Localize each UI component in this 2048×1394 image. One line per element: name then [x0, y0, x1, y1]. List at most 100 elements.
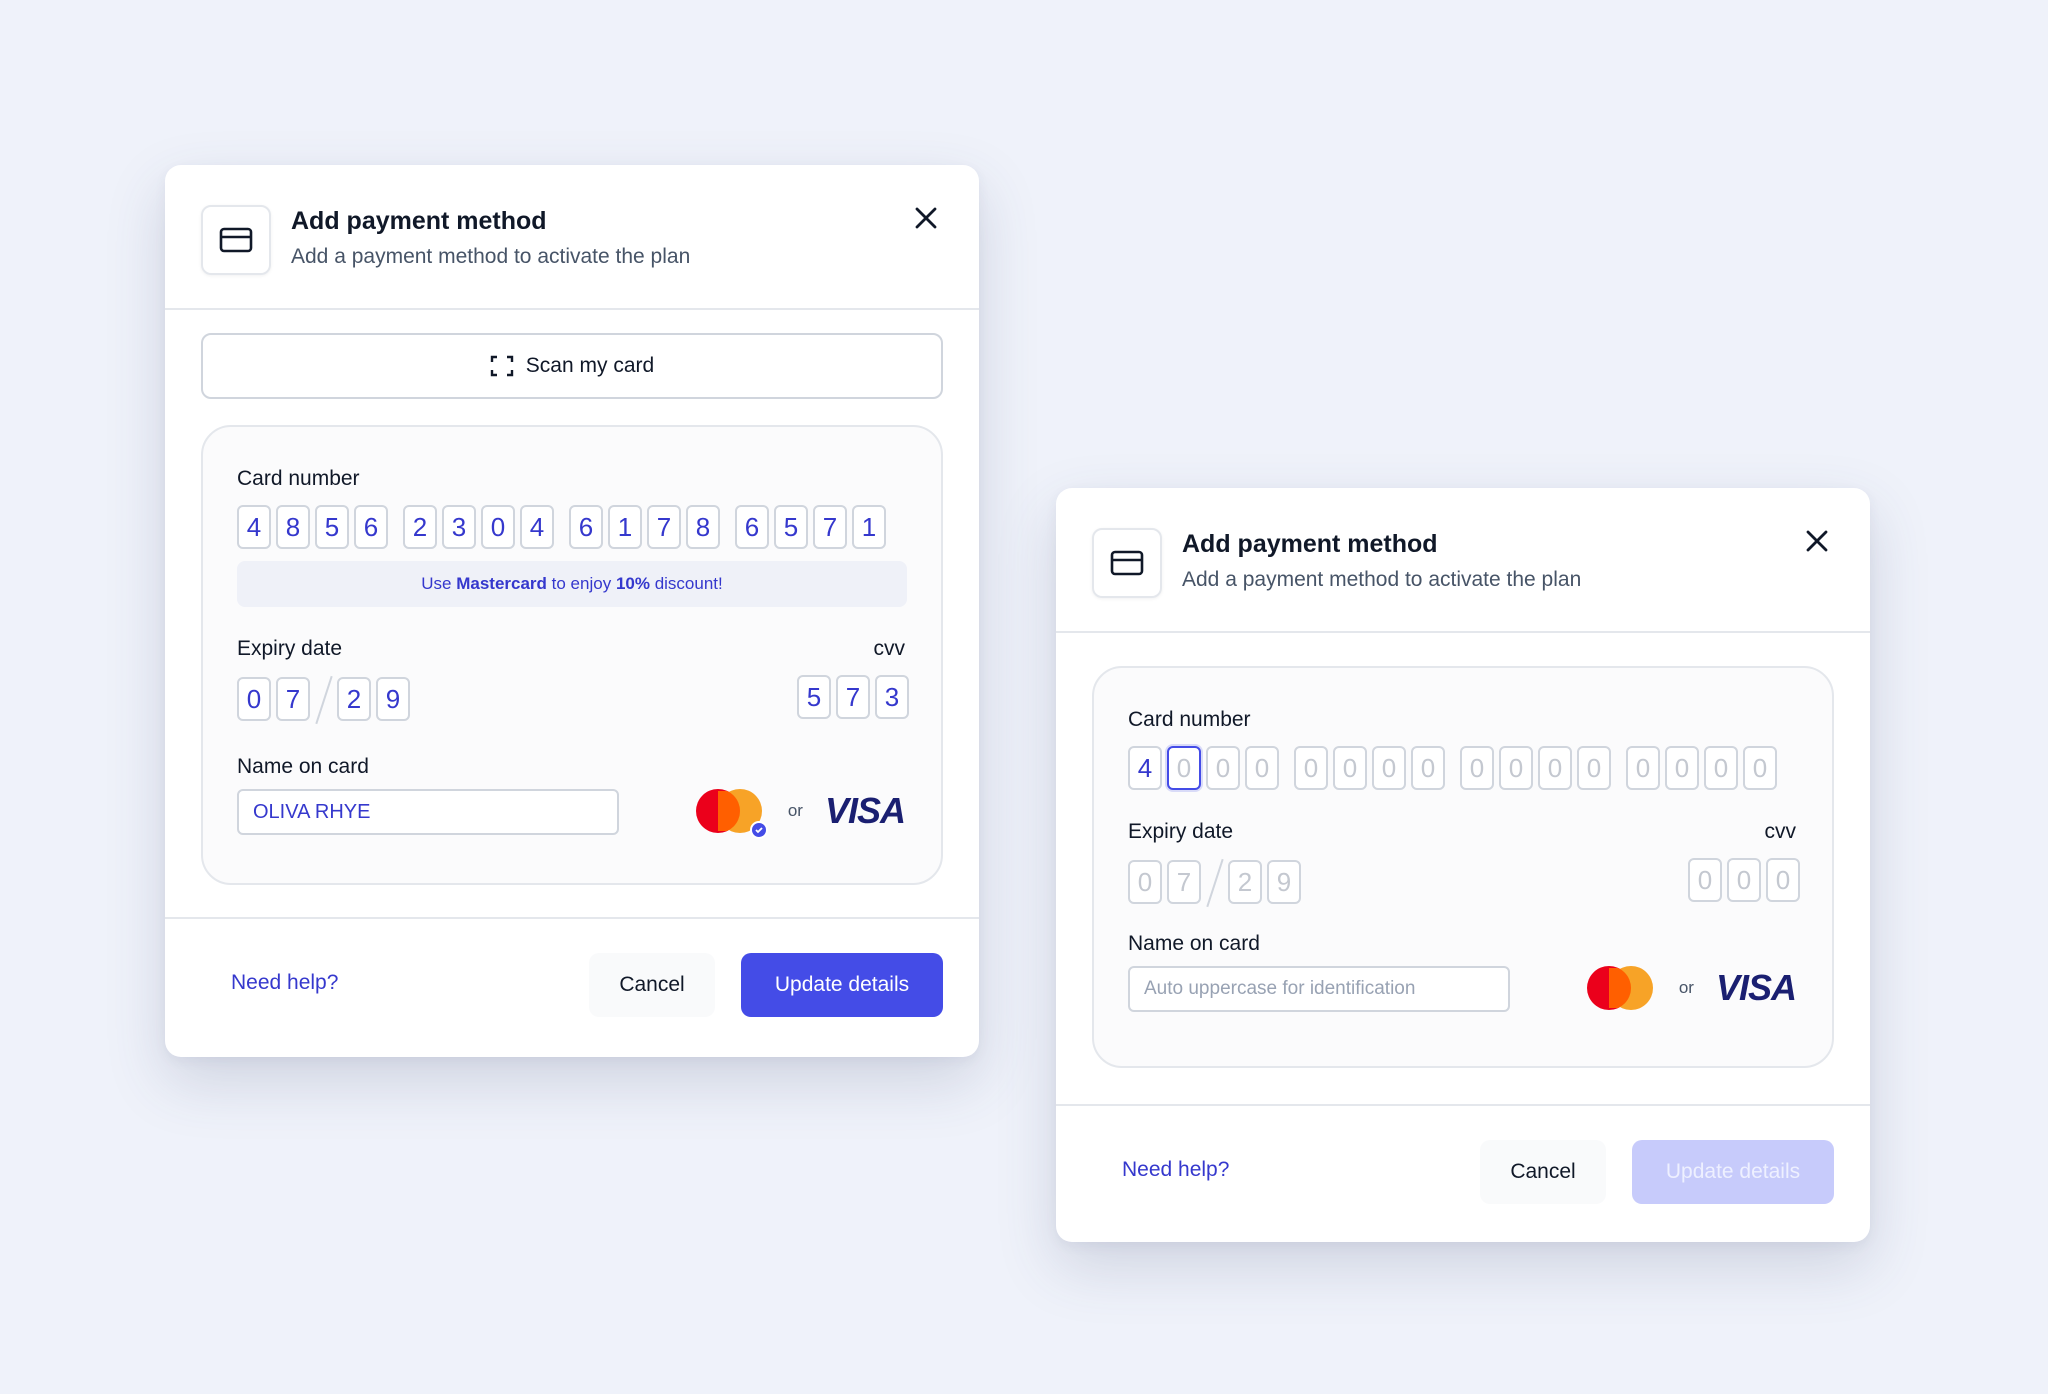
cancel-button[interactable]: Cancel: [1480, 1140, 1606, 1204]
card-digit[interactable]: 0: [1538, 746, 1572, 790]
discount-banner: Use Mastercard to enjoy 10% discount!: [237, 561, 907, 607]
mastercard-logo[interactable]: [1586, 966, 1653, 1010]
card-number-label: Card number: [237, 467, 360, 490]
expiry-digit[interactable]: 2: [1228, 860, 1262, 904]
card-digit[interactable]: 0: [1704, 746, 1738, 790]
card-digit[interactable]: 2: [403, 505, 437, 549]
need-help-link[interactable]: Need help?: [231, 971, 338, 995]
card-digit[interactable]: 0: [1499, 746, 1533, 790]
modal-footer: Need help? Cancel Update details: [1056, 1104, 1870, 1242]
card-digit[interactable]: 0: [1743, 746, 1777, 790]
cvv-digit[interactable]: 0: [1727, 858, 1761, 902]
visa-logo[interactable]: VISA: [825, 790, 906, 832]
credit-card-icon: [201, 205, 271, 275]
card-details-panel: Card number 4 0 0 0 0 0 0 0 0 0 0 0 0 0 …: [1092, 666, 1834, 1068]
card-number-input[interactable]: 4 0 0 0 0 0 0 0 0 0 0 0 0 0 0 0: [1128, 746, 1782, 790]
card-digit[interactable]: 0: [1665, 746, 1699, 790]
card-digit[interactable]: 6: [569, 505, 603, 549]
card-digit[interactable]: 4: [1128, 746, 1162, 790]
payment-modal-filled: Add payment method Add a payment method …: [165, 165, 979, 1057]
payment-modal-empty: Add payment method Add a payment method …: [1056, 488, 1870, 1242]
card-digit[interactable]: 8: [276, 505, 310, 549]
card-digit[interactable]: 0: [1626, 746, 1660, 790]
or-text: or: [1678, 978, 1694, 997]
expiry-digit[interactable]: 7: [1167, 860, 1201, 904]
card-digit[interactable]: 8: [686, 505, 720, 549]
close-icon[interactable]: [1800, 524, 1834, 558]
modal-title: Add payment method: [291, 207, 547, 235]
card-digit[interactable]: 6: [735, 505, 769, 549]
cvv-digit[interactable]: 0: [1688, 858, 1722, 902]
card-digit[interactable]: 0: [481, 505, 515, 549]
card-digit[interactable]: 0: [1245, 746, 1279, 790]
expiry-digit[interactable]: 9: [1267, 860, 1301, 904]
cvv-digit[interactable]: 5: [797, 675, 831, 719]
card-digit[interactable]: 3: [442, 505, 476, 549]
promo-prefix: Use: [421, 574, 457, 593]
name-on-card-field[interactable]: OLIVA RHYE: [237, 789, 619, 835]
card-digit[interactable]: 4: [237, 505, 271, 549]
card-digit[interactable]: 0: [1372, 746, 1406, 790]
need-help-link[interactable]: Need help?: [1122, 1158, 1229, 1182]
name-label: Name on card: [237, 755, 369, 778]
cvv-label: cvv: [873, 637, 906, 660]
close-icon[interactable]: [909, 201, 943, 235]
card-brands: or VISA: [695, 789, 906, 839]
card-digit[interactable]: 0: [1167, 746, 1201, 790]
check-icon: [749, 821, 768, 839]
cvv-input[interactable]: 0 0 0: [1683, 858, 1800, 902]
credit-card-icon: [1092, 528, 1162, 598]
cancel-button[interactable]: Cancel: [589, 953, 715, 1017]
cvv-label: cvv: [1764, 820, 1797, 843]
expiry-separator: [1206, 858, 1224, 906]
cvv-digit[interactable]: 0: [1766, 858, 1800, 902]
expiry-separator: [315, 675, 333, 723]
modal-title: Add payment method: [1182, 530, 1438, 558]
card-details-panel: Card number 4 8 5 6 2 3 0 4 6 1 7 8 6 5 …: [201, 425, 943, 885]
expiry-digit[interactable]: 2: [337, 677, 371, 721]
scan-card-label: Scan my card: [525, 354, 655, 377]
cvv-digit[interactable]: 3: [875, 675, 909, 719]
card-digit[interactable]: 1: [852, 505, 886, 549]
cvv-input[interactable]: 5 7 3: [792, 675, 909, 719]
card-digit[interactable]: 0: [1460, 746, 1494, 790]
modal-subtitle: Add a payment method to activate the pla…: [1182, 568, 1582, 591]
card-digit[interactable]: 0: [1333, 746, 1367, 790]
modal-header: Add payment method Add a payment method …: [1056, 488, 1870, 633]
card-digit[interactable]: 5: [774, 505, 808, 549]
card-digit[interactable]: 0: [1411, 746, 1445, 790]
expiry-digit[interactable]: 9: [376, 677, 410, 721]
card-digit[interactable]: 1: [608, 505, 642, 549]
mastercard-logo[interactable]: [695, 789, 768, 839]
cvv-digit[interactable]: 7: [836, 675, 870, 719]
expiry-label: Expiry date: [1128, 820, 1234, 843]
card-digit[interactable]: 7: [813, 505, 847, 549]
card-digit[interactable]: 0: [1294, 746, 1328, 790]
card-number-label: Card number: [1128, 708, 1251, 731]
name-label: Name on card: [1128, 932, 1260, 955]
scan-card-button[interactable]: Scan my card: [201, 333, 943, 399]
name-on-card-field[interactable]: Auto uppercase for identification: [1128, 966, 1510, 1012]
card-digit[interactable]: 4: [520, 505, 554, 549]
modal-subtitle: Add a payment method to activate the pla…: [291, 245, 691, 268]
scan-icon: [490, 355, 513, 377]
card-digit[interactable]: 7: [647, 505, 681, 549]
card-digit[interactable]: 6: [354, 505, 388, 549]
expiry-digit[interactable]: 0: [237, 677, 271, 721]
card-number-input[interactable]: 4 8 5 6 2 3 0 4 6 1 7 8 6 5 7 1: [237, 505, 891, 549]
card-digit[interactable]: 0: [1577, 746, 1611, 790]
card-digit[interactable]: 0: [1206, 746, 1240, 790]
expiry-digit[interactable]: 0: [1128, 860, 1162, 904]
card-digit[interactable]: 5: [315, 505, 349, 549]
update-details-button[interactable]: Update details: [741, 953, 943, 1017]
promo-discount: 10%: [615, 574, 650, 593]
update-details-button[interactable]: Update details: [1632, 1140, 1834, 1204]
or-text: or: [787, 801, 803, 820]
modal-footer: Need help? Cancel Update details: [165, 917, 979, 1055]
visa-logo[interactable]: VISA: [1716, 967, 1797, 1009]
expiry-label: Expiry date: [237, 637, 343, 660]
card-brands: or VISA: [1586, 966, 1797, 1010]
expiry-input[interactable]: 0 7 2 9: [237, 675, 415, 723]
expiry-digit[interactable]: 7: [276, 677, 310, 721]
expiry-input[interactable]: 0 7 2 9: [1128, 858, 1306, 906]
